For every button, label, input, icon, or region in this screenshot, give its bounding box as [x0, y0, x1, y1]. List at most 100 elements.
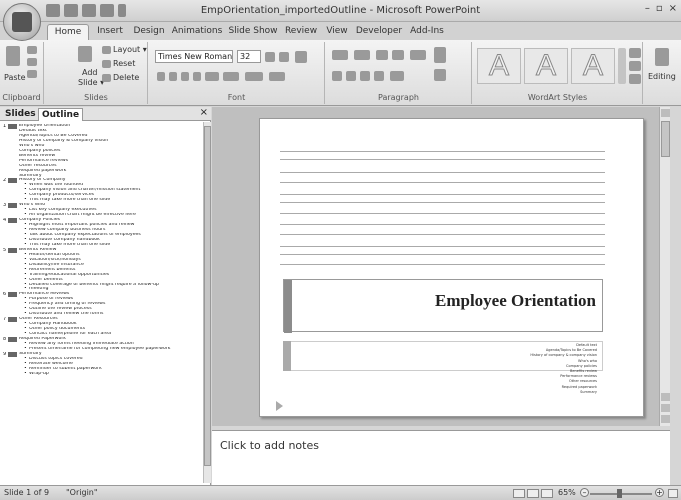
outline-slide-title[interactable]: Company Policies [19, 218, 60, 222]
slide-icon[interactable] [8, 317, 17, 323]
office-button[interactable] [3, 3, 41, 41]
font-name-box[interactable]: Times New Roman [155, 50, 233, 63]
slide-icon[interactable] [8, 218, 17, 224]
outline-bullet-text[interactable]: Outline the review process [29, 307, 92, 311]
tab-outline[interactable]: Outline [38, 108, 84, 121]
increase-indent-icon[interactable] [392, 50, 404, 60]
delete-icon[interactable] [102, 74, 111, 82]
outline-bullet-text[interactable]: Retirement benefits [29, 268, 75, 272]
outline-bullet-text[interactable]: Health/dental options [29, 253, 80, 257]
scroll-down-arrow-icon[interactable] [661, 415, 670, 423]
justify-icon[interactable] [374, 71, 384, 81]
align-right-icon[interactable] [360, 71, 370, 81]
paste-icon[interactable] [6, 46, 20, 66]
outline-bullet-text[interactable]: This may take more than one slide [29, 198, 110, 202]
outline-slide[interactable]: 6 Performance Reviews [0, 292, 203, 298]
outline-bullet-text[interactable]: Other policy documents [29, 327, 85, 331]
outline-bullet-text[interactable]: Reiterate welcome [29, 362, 73, 366]
text-fill-icon[interactable] [629, 48, 641, 58]
outline-bullet-text[interactable]: Distribute and review the forms [29, 312, 103, 316]
subtitle-line[interactable]: History of company & company vision [530, 353, 597, 358]
outline-slide-title[interactable]: Other Resources [19, 317, 58, 321]
outline-bullet[interactable]: • Wrap-up [0, 372, 203, 377]
tab-add-ins[interactable]: Add-Ins [407, 24, 447, 40]
find-icon[interactable] [655, 48, 669, 66]
normal-view-icon[interactable] [513, 489, 525, 498]
outline-scroll-thumb[interactable] [204, 126, 211, 466]
outline-slide-title[interactable]: Required Paperwork [19, 337, 66, 341]
grow-font-icon[interactable] [265, 52, 275, 62]
scroll-up-arrow-icon[interactable] [661, 109, 670, 117]
align-center-icon[interactable] [346, 71, 356, 81]
outline-slide-title[interactable]: History of Company [19, 178, 65, 182]
notes-pane[interactable]: Click to add notes [212, 430, 670, 486]
outline-bullet-text[interactable]: Disability/life insurance [29, 263, 84, 267]
fit-to-window-icon[interactable] [668, 489, 678, 498]
slide-icon[interactable] [8, 336, 17, 342]
smartart-icon[interactable] [434, 69, 446, 81]
text-effects-icon[interactable] [629, 74, 641, 84]
outline-bullet-text[interactable]: Review any forms needing immediate actio… [29, 342, 134, 346]
line-spacing-icon[interactable] [410, 50, 426, 60]
tab-slide-show[interactable]: Slide Show [227, 24, 279, 40]
shrink-font-icon[interactable] [279, 52, 289, 62]
outline-bullet-text[interactable]: Wrap-up [29, 372, 49, 376]
add-slide-label[interactable]: Add [82, 68, 98, 77]
slide-scroll-thumb[interactable] [661, 121, 670, 157]
cut-icon[interactable] [27, 46, 37, 54]
slide-icon[interactable] [8, 203, 17, 209]
outline-bullet-text[interactable]: Reminder to submit paperwork [29, 367, 102, 371]
zoom-slider-thumb[interactable] [617, 489, 622, 498]
format-painter-icon[interactable] [27, 70, 37, 78]
numbering-icon[interactable] [354, 50, 370, 60]
slide-title[interactable]: Employee Orientation [435, 291, 596, 311]
subtitle-line[interactable]: Summary [530, 390, 597, 395]
layout-icon[interactable] [102, 46, 111, 54]
notes-placeholder[interactable]: Click to add notes [220, 439, 319, 452]
outline-bullet-text[interactable]: Frequency and timing of reviews [29, 302, 105, 306]
zoom-level[interactable]: 65% [558, 488, 576, 497]
outline-bullet-text[interactable]: This may take more than one slide [29, 243, 110, 247]
tab-animations[interactable]: Animations [170, 24, 224, 40]
reset-button[interactable]: Reset [113, 59, 135, 68]
editing-label[interactable]: Editing [648, 72, 676, 81]
outline-slide[interactable]: 1 Employee Orientation [0, 124, 203, 129]
outline-bullet-text[interactable]: Vacation/sick/holidays [29, 258, 81, 262]
minimize-button[interactable]: – [645, 3, 650, 14]
add-slide-label-2[interactable]: Slide ▾ [78, 78, 104, 87]
clear-formatting-icon[interactable] [295, 51, 307, 63]
wordart-style-2[interactable]: A [524, 48, 568, 84]
outline-bullet-text[interactable]: Detailed coverage of benefits might requ… [29, 283, 159, 287]
text-outline-icon[interactable] [629, 61, 641, 71]
layout-button[interactable]: Layout ▾ [113, 45, 147, 54]
outline-slide-title[interactable]: Summary [19, 352, 42, 356]
outline-slide[interactable]: 5 Benefits Review [0, 247, 203, 253]
outline-bullet-text[interactable]: Highlight most important policies and re… [29, 223, 134, 227]
outline-bullet-text[interactable]: Talk about company expectations of emplo… [29, 233, 141, 237]
tab-developer[interactable]: Developer [354, 24, 404, 40]
change-case-icon[interactable] [245, 72, 263, 81]
character-spacing-icon[interactable] [223, 72, 239, 81]
slide-scrollbar[interactable] [659, 107, 670, 426]
outline-scrollbar[interactable] [203, 122, 211, 483]
outline-bullet-text[interactable]: List key company executives [29, 208, 97, 212]
bullets-icon[interactable] [332, 50, 348, 60]
outline-slide[interactable]: 3 Who's Who [0, 203, 203, 209]
outline-bullet-text[interactable]: Company Handbook [29, 322, 77, 326]
outline-list[interactable]: 1 Employee Orientation Default text Agenda/… [0, 122, 203, 482]
outline-slide-title[interactable]: Employee Orientation [19, 124, 70, 128]
font-size-box[interactable]: 32 [237, 50, 261, 63]
outline-slide[interactable]: 8 Required Paperwork [0, 336, 203, 342]
bold-icon[interactable] [157, 72, 165, 81]
tab-slides[interactable]: Slides [2, 108, 39, 121]
slide-1[interactable]: Employee Orientation Default text Agenda/… [259, 118, 644, 417]
outline-bullet-text[interactable]: Company vision and charter/mission state… [29, 188, 140, 192]
wordart-style-3[interactable]: A [571, 48, 615, 84]
pane-close-button[interactable]: × [200, 107, 208, 118]
outline-bullet-text[interactable]: Contact name/phone for each area [29, 332, 111, 336]
title-placeholder[interactable]: Employee Orientation [283, 279, 603, 333]
new-slide-icon[interactable] [78, 46, 92, 62]
paste-label[interactable]: Paste [4, 73, 26, 82]
outline-bullet-text[interactable]: Other benefits [29, 278, 63, 282]
slide-sorter-view-icon[interactable] [527, 489, 539, 498]
